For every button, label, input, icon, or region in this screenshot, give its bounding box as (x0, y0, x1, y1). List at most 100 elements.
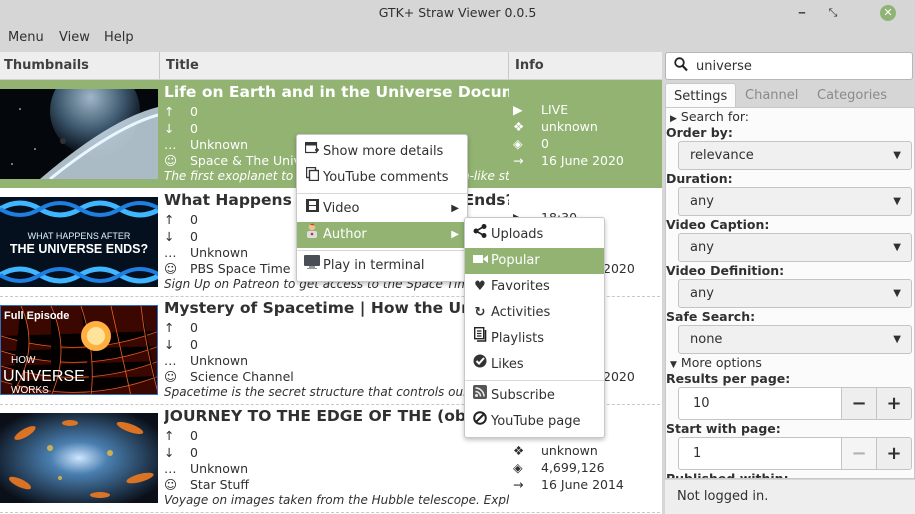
video-definition-select[interactable]: any ▼ (678, 279, 912, 308)
author-smiley-icon: ☺ (164, 153, 178, 168)
menu-item-show-details[interactable]: Show more details (297, 139, 467, 165)
tab-settings[interactable]: Settings (665, 83, 737, 108)
results-per-page-decrement[interactable]: − (841, 387, 877, 420)
dislikes-icon: ↓ (164, 121, 175, 136)
submenu-item-activities[interactable]: ↻ Activities (465, 300, 604, 326)
menu-item-youtube-comments[interactable]: YouTube comments (297, 165, 467, 191)
menu-item-author[interactable]: Author ▶ (297, 222, 467, 248)
close-button[interactable]: ✕ (880, 5, 896, 21)
svg-text:HOW: HOW (11, 355, 36, 366)
menu-item-play-in-terminal[interactable]: Play in terminal (297, 253, 467, 279)
video-icon (303, 196, 321, 222)
safe-search-select[interactable]: none ▼ (678, 325, 912, 354)
video-category: … Unknown (164, 137, 248, 152)
heart-icon: ♥ (474, 279, 486, 294)
start-page-spinner: 1 − + (678, 437, 912, 470)
play-icon: ▶ (513, 102, 523, 117)
video-title[interactable]: JOURNEY TO THE EDGE OF THE (observable u… (164, 407, 509, 425)
category-icon: … (164, 137, 177, 152)
dropdown-arrow-icon: ▼ (893, 196, 901, 207)
search-input[interactable]: universe (665, 52, 913, 80)
video-duration: ▶ LIVE (513, 102, 568, 117)
start-page-increment[interactable]: + (876, 437, 912, 470)
menu-item-video[interactable]: Video ▶ (297, 196, 467, 222)
likes-icon: ↑ (164, 428, 175, 443)
login-status: Not logged in. (665, 480, 915, 514)
duration-label: Duration: (666, 171, 733, 186)
terminal-icon (303, 253, 321, 279)
dislikes-icon: ↓ (164, 337, 175, 352)
video-likes: ↑ 0 (164, 428, 198, 443)
video-description: Spacetime is the secret structure that c… (164, 385, 509, 399)
menu-menu[interactable]: Menu (8, 30, 44, 45)
search-for-expander[interactable]: ▶ Search for: (670, 109, 749, 124)
results-per-page-increment[interactable]: + (876, 387, 912, 420)
submenu-item-playlists[interactable]: Playlists (465, 326, 604, 352)
rss-icon (471, 383, 489, 409)
search-for-label: Search for: (680, 109, 750, 124)
author-smiley-icon: ☺ (164, 369, 178, 384)
submenu-arrow-icon: ▶ (451, 229, 459, 240)
published-within-label: Published within: (666, 471, 789, 479)
duration-select[interactable]: any ▼ (678, 187, 912, 216)
svg-text:WHAT HAPPENS AFTER: WHAT HAPPENS AFTER (28, 231, 131, 241)
start-page-input[interactable]: 1 (678, 437, 842, 470)
column-header-thumbnails[interactable]: Thumbnails (0, 52, 160, 80)
video-definition: ❖ unknown (513, 443, 598, 458)
search-value[interactable]: universe (696, 59, 752, 74)
video-author: ☺ Science Channel (164, 369, 294, 384)
submenu-item-youtube-page[interactable]: YouTube page (465, 409, 604, 435)
results-per-page-input[interactable]: 10 (678, 387, 842, 420)
video-title[interactable]: Life on Earth and in the Universe Docume… (164, 83, 509, 101)
duration-value: any (690, 194, 714, 209)
submenu-item-popular[interactable]: Popular (465, 248, 604, 274)
submenu-item-label: Popular (491, 253, 540, 268)
likes-icon: ↑ (164, 320, 175, 335)
dropdown-arrow-icon: ▼ (893, 288, 901, 299)
menu-view[interactable]: View (59, 30, 90, 45)
more-options-expander[interactable]: ▼ More options (670, 355, 762, 370)
menu-item-label: Author (323, 227, 367, 242)
video-description: Voyage on images taken from the Hubble t… (164, 493, 509, 507)
menu-help[interactable]: Help (104, 30, 134, 45)
order-by-select[interactable]: relevance ▼ (678, 141, 912, 170)
video-category: … Unknown (164, 245, 248, 260)
duration-value: LIVE (541, 102, 569, 117)
likes-value: 0 (190, 212, 198, 227)
start-page-decrement[interactable]: − (841, 437, 877, 470)
category-value: Unknown (190, 137, 249, 152)
submenu-item-likes[interactable]: Likes (465, 352, 604, 378)
video-published: → 16 June 2014 (513, 477, 624, 492)
video-title[interactable]: Mystery of Spacetime | How the Universe … (164, 299, 509, 317)
author-submenu: Uploads Popular ♥ Favorites ↻ Activities… (464, 217, 605, 438)
likes-icon: ↑ (164, 212, 175, 227)
submenu-arrow-icon: ▶ (451, 203, 459, 214)
video-caption-select[interactable]: any ▼ (678, 233, 912, 262)
submenu-item-uploads[interactable]: Uploads (465, 222, 604, 248)
category-value: Unknown (190, 245, 249, 260)
menu-item-label: Show more details (323, 144, 444, 159)
menu-separator (297, 193, 467, 194)
video-views: ◈ 4,699,126 (513, 460, 605, 475)
submenu-item-label: Activities (491, 305, 551, 320)
video-likes: ↑ 0 (164, 104, 198, 119)
definition-value: unknown (541, 119, 598, 134)
column-header-title[interactable]: Title (160, 52, 509, 80)
tab-categories[interactable]: Categories (809, 83, 895, 108)
author-value: Star Stuff (190, 477, 249, 492)
column-header-info[interactable]: Info (509, 52, 662, 80)
video-thumbnail: Full Episode HOW UNIVERSE WORKS (0, 305, 158, 395)
tab-channel[interactable]: Channel (737, 83, 806, 108)
submenu-item-label: Subscribe (491, 388, 555, 403)
submenu-item-favorites[interactable]: ♥ Favorites (465, 274, 604, 300)
video-category: … Unknown (164, 353, 248, 368)
order-by-value: relevance (690, 148, 754, 163)
show-details-icon (303, 139, 321, 165)
menu-item-label: Play in terminal (323, 258, 425, 273)
dislikes-icon: ↓ (164, 229, 175, 244)
minimize-button[interactable]: ‒ (794, 5, 810, 21)
dropdown-arrow-icon: ▼ (893, 334, 901, 345)
submenu-item-label: Likes (491, 357, 524, 372)
maximize-button[interactable]: ⤡ (825, 5, 841, 21)
submenu-item-subscribe[interactable]: Subscribe (465, 383, 604, 409)
